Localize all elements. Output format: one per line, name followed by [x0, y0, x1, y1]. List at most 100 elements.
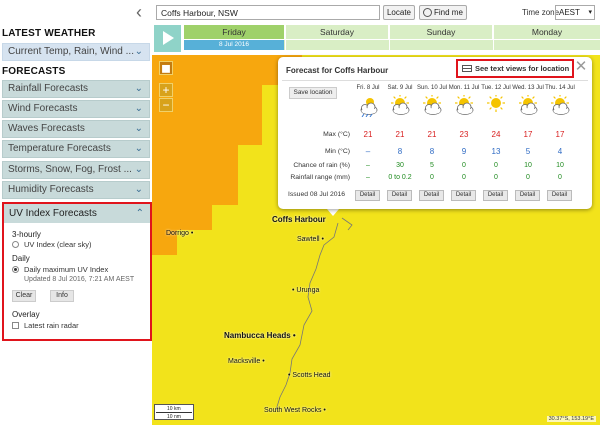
detail-button[interactable]: Detail: [451, 190, 476, 201]
uv-clear-sky-label[interactable]: UV Index (clear sky): [24, 240, 92, 249]
sidebar-item-label: Humidity Forecasts: [8, 184, 94, 195]
chevron-down-icon: ⌄: [134, 184, 143, 195]
sidebar: ‹ LATEST WEATHER Current Temp, Rain, Win…: [0, 0, 152, 425]
issued-date: Issued 08 Jul 2016: [288, 191, 346, 198]
sidebar-item-label: Storms, Snow, Fog, Frost ...: [8, 164, 132, 175]
find-me-label: Find me: [434, 8, 463, 17]
min-temp: 9: [461, 147, 467, 156]
collapse-sidebar-icon[interactable]: ‹: [130, 3, 148, 23]
rain-range: 0: [558, 174, 562, 181]
row-label-min: Min (°C): [325, 148, 350, 155]
locate-button[interactable]: Locate: [383, 5, 415, 20]
chevron-down-icon: ▾: [588, 9, 592, 16]
day-header: Wed. 13 Jul: [512, 85, 544, 91]
find-me-button[interactable]: Find me: [419, 5, 467, 20]
zoom-out-icon[interactable]: −: [159, 98, 173, 112]
row-label-range: Rainfall range (mm): [290, 174, 350, 181]
info-button[interactable]: Info: [50, 290, 74, 302]
detail-button[interactable]: Detail: [387, 190, 412, 201]
rain-chance: 0: [494, 162, 498, 169]
day-friday[interactable]: Friday: [184, 25, 284, 39]
rain-range: –: [366, 174, 370, 181]
three-hourly-label: 3-hourly: [12, 230, 41, 239]
chevron-down-icon: ⌄: [134, 83, 143, 94]
uv-daily-max-radio[interactable]: [12, 266, 19, 273]
coastline: [341, 217, 353, 231]
popup-title: Forecast for Coffs Harbour: [286, 66, 389, 75]
sidebar-item-current-temp[interactable]: Current Temp, Rain, Wind ... ⌄: [2, 43, 150, 61]
min-temp: 5: [525, 147, 531, 156]
row-label-max: Max (°C): [323, 131, 350, 138]
day-sunday[interactable]: Sunday: [390, 25, 492, 39]
partly-cloudy-icon: [519, 95, 538, 115]
timeline: Friday Saturday Sunday Monday 8 Jul 2016: [152, 25, 600, 55]
day-header: Fri. 8 Jul: [356, 85, 380, 91]
rain-chance: 10: [556, 162, 564, 169]
popup-pointer: [327, 209, 339, 216]
sidebar-item-label: Current Temp, Rain, Wind ...: [8, 46, 134, 57]
zoom-in-icon[interactable]: +: [159, 83, 173, 97]
place-nambucca-heads: Nambucca Heads •: [224, 331, 296, 340]
place-sawtell: Sawtell •: [297, 236, 324, 243]
sidebar-item-label: Wind Forecasts: [8, 103, 78, 114]
sidebar-item-wind[interactable]: Wind Forecasts ⌄: [2, 100, 150, 118]
rain-range: 0: [462, 174, 466, 181]
place-scotts-head: • Scotts Head: [288, 372, 331, 379]
sidebar-item-waves[interactable]: Waves Forecasts ⌄: [2, 120, 150, 138]
day-saturday[interactable]: Saturday: [286, 25, 388, 39]
place-dorrigo: Dorrigo •: [166, 230, 194, 237]
min-temp: 8: [429, 147, 435, 156]
australia-map-icon[interactable]: ◼: [159, 61, 173, 75]
table-icon: [462, 65, 472, 72]
chevron-up-icon: ⌃: [135, 208, 144, 219]
place-macksville: Macksville •: [228, 358, 265, 365]
latest-weather-heading: LATEST WEATHER: [2, 28, 96, 39]
uv-index-panel: UV Index Forecasts ⌃ 3-hourly UV Index (…: [2, 202, 152, 341]
chevron-down-icon: ⌄: [134, 46, 143, 57]
overlay-label: Overlay: [12, 310, 40, 319]
location-search-input[interactable]: [156, 5, 380, 20]
rain-chance: 30: [396, 162, 404, 169]
sidebar-item-rainfall[interactable]: Rainfall Forecasts ⌄: [2, 80, 150, 98]
uv-daily-max-label[interactable]: Daily maximum UV Index: [24, 265, 108, 274]
sidebar-item-humidity[interactable]: Humidity Forecasts ⌄: [2, 181, 150, 199]
uv-clear-sky-radio[interactable]: [12, 241, 19, 248]
rain-chance: 10: [524, 162, 532, 169]
sidebar-item-temperature[interactable]: Temperature Forecasts ⌄: [2, 140, 150, 158]
play-icon[interactable]: [154, 25, 181, 52]
detail-button[interactable]: Detail: [547, 190, 572, 201]
text-views-label: See text views for location: [475, 64, 570, 73]
cursor-coordinates: 30.37°S, 153.19°E: [546, 416, 596, 422]
time-zone-select[interactable]: AEST ▾: [555, 5, 595, 20]
day-divider: [389, 40, 390, 50]
day-divider: [285, 40, 286, 50]
close-icon[interactable]: ✕: [574, 59, 588, 75]
max-temp: 24: [491, 130, 501, 139]
day-divider: [493, 40, 494, 50]
text-views-link[interactable]: See text views for location: [456, 59, 574, 78]
chevron-down-icon: ⌄: [134, 123, 143, 134]
detail-button[interactable]: Detail: [483, 190, 508, 201]
uv-index-header[interactable]: UV Index Forecasts ⌃: [4, 204, 150, 223]
detail-button[interactable]: Detail: [419, 190, 444, 201]
clear-button[interactable]: Clear: [12, 290, 36, 302]
rain-chance: 0: [462, 162, 466, 169]
detail-button[interactable]: Detail: [515, 190, 540, 201]
min-temp: 8: [397, 147, 403, 156]
latest-radar-label[interactable]: Latest rain radar: [24, 321, 79, 330]
latest-radar-checkbox[interactable]: [12, 322, 19, 329]
daily-label: Daily: [12, 254, 30, 263]
partly-cloudy-icon: [551, 95, 570, 115]
day-monday[interactable]: Monday: [494, 25, 600, 39]
showers-icon: [360, 98, 378, 117]
max-temp: 21: [427, 130, 437, 139]
sidebar-item-label: Waves Forecasts: [8, 123, 85, 134]
detail-button[interactable]: Detail: [355, 190, 380, 201]
sidebar-item-storms[interactable]: Storms, Snow, Fog, Frost ... ⌄: [2, 161, 150, 179]
max-temp: 23: [459, 130, 469, 139]
rain-chance: 5: [430, 162, 434, 169]
chevron-down-icon: ⌄: [134, 143, 143, 154]
chevron-down-icon: ⌄: [134, 164, 143, 175]
rain-range: 0: [526, 174, 530, 181]
save-location-button[interactable]: Save location: [289, 87, 337, 99]
